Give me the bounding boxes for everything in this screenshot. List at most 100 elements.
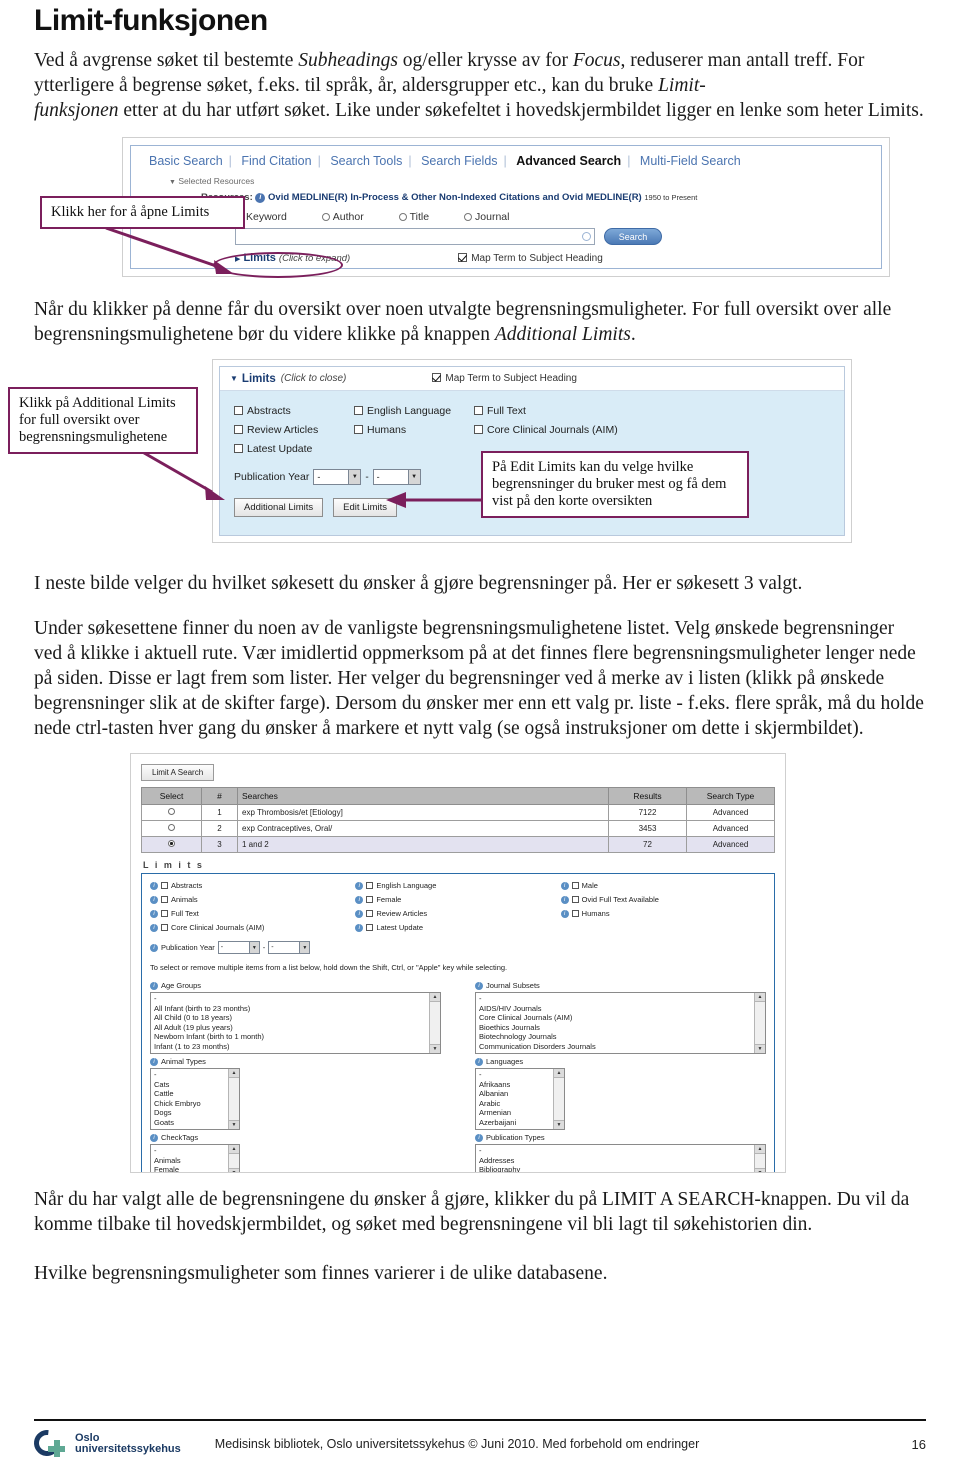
listbox-options-publication-types[interactable]: - Addresses Bibliography bbox=[476, 1145, 754, 1172]
listbox-publication-types[interactable]: - Addresses Bibliography ▲ ▼ bbox=[475, 1144, 766, 1172]
info-icon-publication-types[interactable]: i bbox=[475, 1133, 483, 1142]
scroll-up-icon[interactable]: ▲ bbox=[554, 1069, 564, 1078]
limit-checkbox-review-articles[interactable]: Review Articles bbox=[234, 424, 354, 436]
scroll-up-icon[interactable]: ▲ bbox=[229, 1145, 239, 1154]
info-icon-core-clinical[interactable]: i bbox=[150, 923, 158, 932]
search-button[interactable]: Search bbox=[604, 228, 662, 245]
limit3-animals[interactable]: i Animals bbox=[150, 895, 355, 904]
scroll-up-icon[interactable]: ▲ bbox=[755, 1145, 765, 1154]
scrollbar-journal-subsets[interactable]: ▲ ▼ bbox=[754, 993, 765, 1053]
list-item[interactable]: - bbox=[479, 994, 751, 1004]
info-icon-languages[interactable]: i bbox=[475, 1057, 483, 1066]
radio-title[interactable]: Title bbox=[398, 211, 445, 223]
scroll-down-icon[interactable]: ▼ bbox=[755, 1044, 765, 1053]
list-item[interactable]: - bbox=[154, 1146, 225, 1156]
info-icon-checktags[interactable]: i bbox=[150, 1133, 158, 1142]
info-icon-publication-year[interactable]: i bbox=[150, 943, 158, 952]
info-icon-female[interactable]: i bbox=[355, 895, 364, 904]
tab-search-tools[interactable]: Search Tools bbox=[324, 154, 408, 168]
publication-year-from-select-3[interactable]: - ▼ bbox=[217, 941, 260, 954]
info-icon-animal-types[interactable]: i bbox=[150, 1057, 158, 1066]
row-select-radio[interactable] bbox=[141, 836, 202, 853]
tab-multi-field-search[interactable]: Multi-Field Search bbox=[634, 154, 747, 168]
map-term-checkbox[interactable]: Map Term to Subject Heading bbox=[458, 252, 603, 264]
list-item[interactable]: All Adult (19 plus years) bbox=[154, 1023, 426, 1033]
listbox-options-age-groups[interactable]: - All Infant (birth to 23 months) All Ch… bbox=[151, 993, 429, 1053]
tab-find-citation[interactable]: Find Citation bbox=[235, 154, 317, 168]
limit3-female[interactable]: i Female bbox=[355, 895, 560, 904]
table-row[interactable]: 3 1 and 2 72 Advanced bbox=[141, 836, 775, 853]
list-item[interactable]: Armenian bbox=[479, 1108, 550, 1118]
info-icon-journal-subsets[interactable]: i bbox=[475, 981, 483, 990]
search-input[interactable] bbox=[235, 228, 595, 245]
list-item[interactable]: - bbox=[479, 1070, 550, 1080]
listbox-animal-types[interactable]: - Cats Cattle Chick Embryo Dogs Goats ▲ ▼ bbox=[150, 1068, 240, 1130]
info-icon-animals[interactable]: i bbox=[150, 895, 158, 904]
list-item[interactable]: Female bbox=[154, 1165, 225, 1172]
list-item[interactable]: Afrikaans bbox=[479, 1080, 550, 1090]
list-item[interactable]: Animals bbox=[154, 1156, 225, 1166]
list-item[interactable]: Addresses bbox=[479, 1156, 751, 1166]
search-mode-radios[interactable]: Keyword Author Title Journal bbox=[235, 211, 869, 223]
listbox-options-languages[interactable]: - Afrikaans Albanian Arabic Armenian Aze… bbox=[476, 1069, 553, 1129]
listbox-languages[interactable]: - Afrikaans Albanian Arabic Armenian Aze… bbox=[475, 1068, 565, 1130]
listbox-checktags[interactable]: - Animals Female ▲ ▼ bbox=[150, 1144, 240, 1172]
scroll-up-icon[interactable]: ▲ bbox=[755, 993, 765, 1002]
scrollbar-publication-types[interactable]: ▲ ▼ bbox=[754, 1145, 765, 1172]
additional-limits-button[interactable]: Additional Limits bbox=[234, 498, 324, 517]
limits-collapse-icon[interactable]: ▼ bbox=[230, 374, 238, 383]
map-term-checkbox-2[interactable]: Map Term to Subject Heading bbox=[432, 373, 577, 384]
list-item[interactable]: Newborn Infant (birth to 1 month) bbox=[154, 1032, 426, 1042]
listbox-options-animal-types[interactable]: - Cats Cattle Chick Embryo Dogs Goats bbox=[151, 1069, 228, 1129]
scroll-down-icon[interactable]: ▼ bbox=[755, 1168, 765, 1172]
listbox-journal-subsets[interactable]: - AIDS/HIV Journals Core Clinical Journa… bbox=[475, 992, 766, 1054]
scroll-down-icon[interactable]: ▼ bbox=[229, 1168, 239, 1172]
list-item[interactable]: Biotechnology Journals bbox=[479, 1032, 751, 1042]
scroll-down-icon[interactable]: ▼ bbox=[554, 1120, 564, 1129]
listbox-options-checktags[interactable]: - Animals Female bbox=[151, 1145, 228, 1172]
list-item[interactable]: Cats bbox=[154, 1080, 225, 1090]
limit3-latest-update[interactable]: i Latest Update bbox=[355, 923, 560, 932]
info-icon-age-groups[interactable]: i bbox=[150, 981, 158, 990]
publication-year-from-select[interactable]: - ▼ bbox=[313, 469, 362, 485]
list-item[interactable]: All Child (0 to 18 years) bbox=[154, 1013, 426, 1023]
scrollbar-checktags[interactable]: ▲ ▼ bbox=[228, 1145, 239, 1172]
scroll-up-icon[interactable]: ▲ bbox=[430, 993, 440, 1002]
limit-checkbox-full-text[interactable]: Full Text bbox=[474, 405, 830, 417]
listbox-options-journal-subsets[interactable]: - AIDS/HIV Journals Core Clinical Journa… bbox=[476, 993, 754, 1053]
limit-checkbox-english-language[interactable]: English Language bbox=[354, 405, 474, 417]
list-item[interactable]: - bbox=[479, 1146, 751, 1156]
info-icon-latest-update[interactable]: i bbox=[355, 923, 364, 932]
list-item[interactable]: Bioethics Journals bbox=[479, 1023, 751, 1033]
info-icon-humans[interactable]: i bbox=[560, 909, 569, 918]
radio-author[interactable]: Author bbox=[321, 211, 380, 223]
limit-checkbox-humans[interactable]: Humans bbox=[354, 424, 474, 436]
info-icon-male[interactable]: i bbox=[560, 881, 569, 890]
limit3-core-clinical-journals[interactable]: i Core Clinical Journals (AIM) bbox=[150, 923, 355, 932]
list-item[interactable]: Goats bbox=[154, 1118, 225, 1128]
limit3-ovid-full-text-available[interactable]: i Ovid Full Text Available bbox=[560, 895, 766, 904]
info-icon-abstracts[interactable]: i bbox=[150, 881, 158, 890]
limit-checkbox-abstracts[interactable]: Abstracts bbox=[234, 405, 354, 417]
limit-checkbox-core-clinical-journals[interactable]: Core Clinical Journals (AIM) bbox=[474, 424, 830, 436]
tab-search-fields[interactable]: Search Fields bbox=[415, 154, 503, 168]
limit3-abstracts[interactable]: i Abstracts bbox=[150, 881, 355, 890]
radio-keyword[interactable]: Keyword bbox=[235, 211, 303, 223]
list-item[interactable]: Arabic bbox=[479, 1099, 550, 1109]
limit-checkbox-latest-update[interactable]: Latest Update bbox=[234, 443, 354, 455]
list-item[interactable]: AIDS/HIV Journals bbox=[479, 1004, 751, 1014]
listbox-age-groups[interactable]: - All Infant (birth to 23 months) All Ch… bbox=[150, 992, 441, 1054]
list-item[interactable]: Infant (1 to 23 months) bbox=[154, 1042, 426, 1052]
scrollbar-age-groups[interactable]: ▲ ▼ bbox=[429, 993, 440, 1053]
row-select-radio[interactable] bbox=[141, 804, 202, 821]
list-item[interactable]: Bibliography bbox=[479, 1165, 751, 1172]
info-icon-review-articles[interactable]: i bbox=[355, 909, 364, 918]
tab-advanced-search[interactable]: Advanced Search bbox=[510, 154, 627, 168]
list-item[interactable]: Dogs bbox=[154, 1108, 225, 1118]
ovid-tab-bar[interactable]: Basic Search | Find Citation | Search Tool… bbox=[143, 154, 869, 168]
list-item[interactable]: Core Clinical Journals (AIM) bbox=[479, 1013, 751, 1023]
list-item[interactable]: All Infant (birth to 23 months) bbox=[154, 1004, 426, 1014]
table-row[interactable]: 1 exp Thrombosis/et [Etiology] 7122 Adva… bbox=[141, 804, 775, 821]
list-item[interactable]: Cattle bbox=[154, 1089, 225, 1099]
table-row[interactable]: 2 exp Contraceptives, Oral/ 3453 Advance… bbox=[141, 820, 775, 837]
